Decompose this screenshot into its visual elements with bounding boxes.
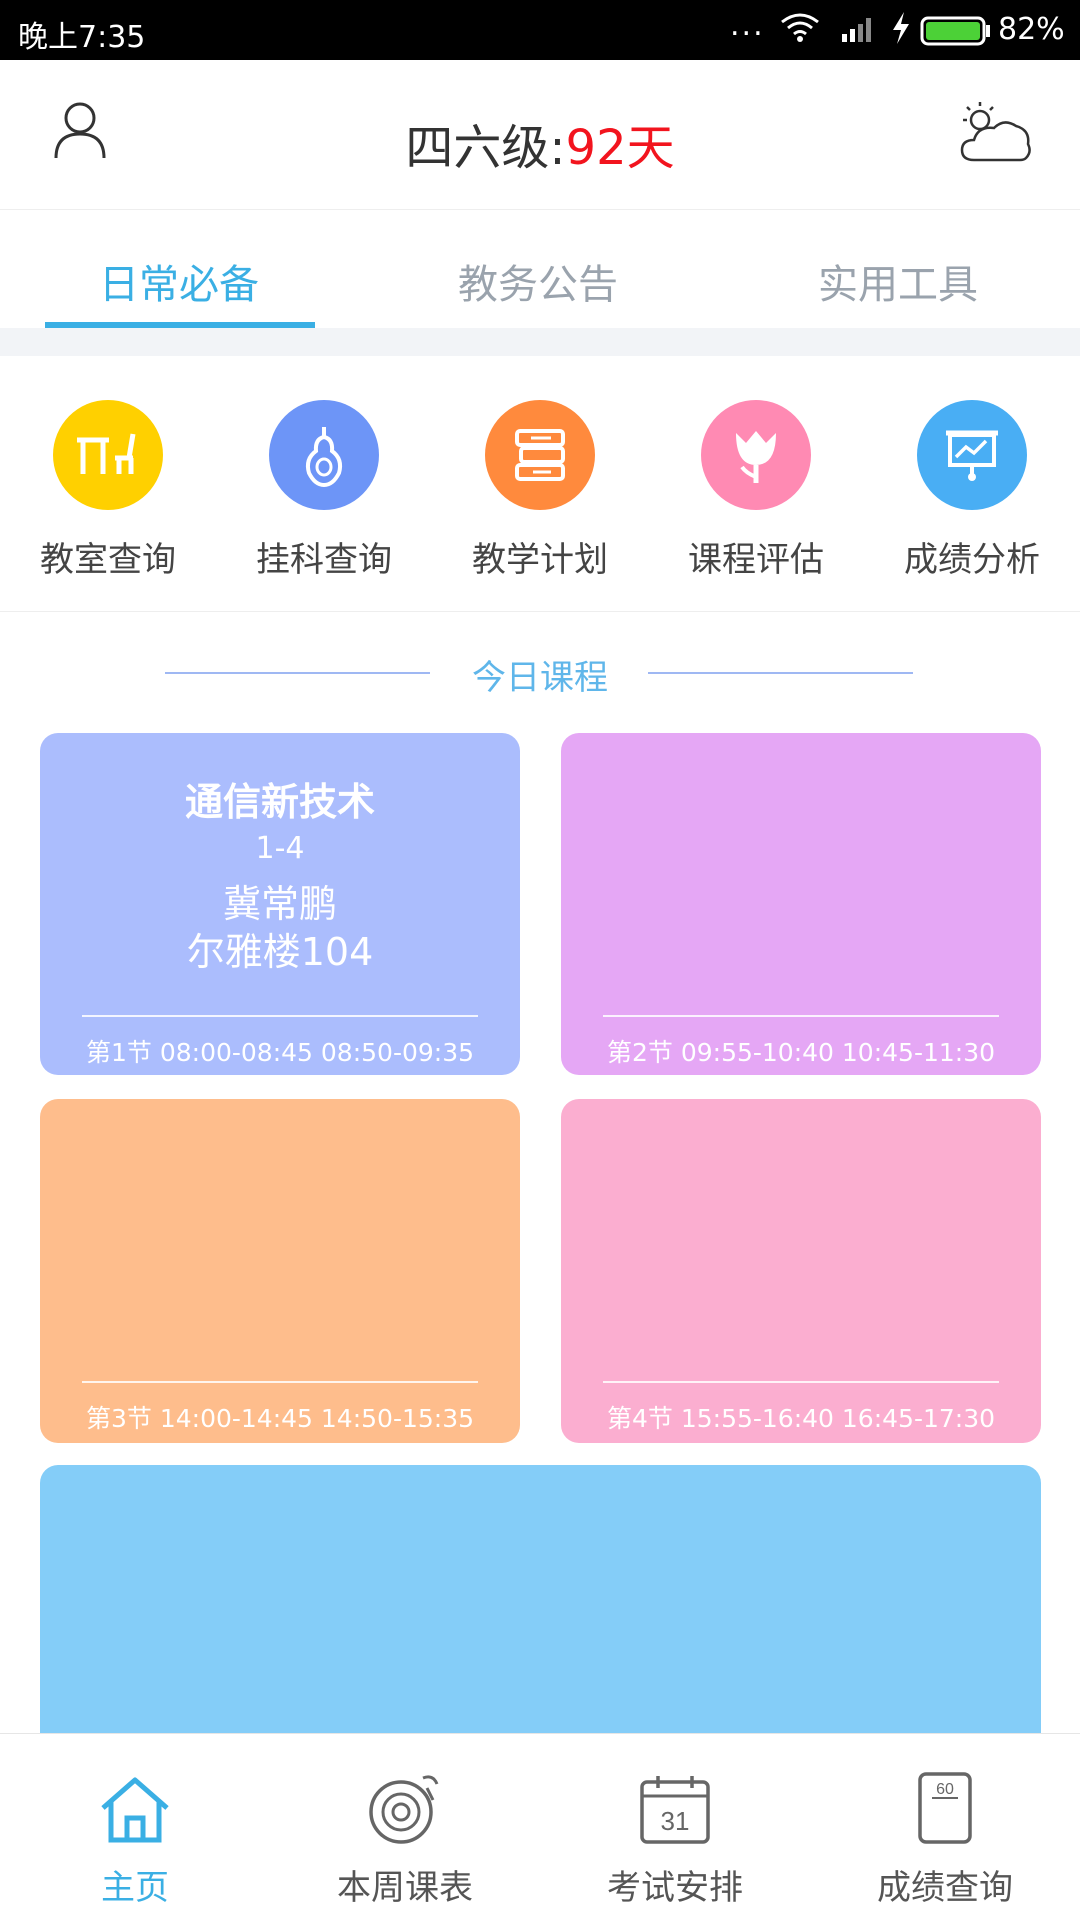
- quick-link-course-evaluation[interactable]: 课程评估: [656, 400, 856, 581]
- quick-link-score-analysis[interactable]: 成绩分析: [872, 400, 1072, 581]
- bottom-navigation: 主页 本周课表 31 考试安排 60 成绩查询: [0, 1733, 1080, 1920]
- status-dots: ...: [730, 8, 765, 43]
- course-period: 第2节 09:55-10:40 10:45-11:30: [606, 1038, 996, 1067]
- app-header: 四六级:92天: [0, 60, 1080, 210]
- quick-link-failed-courses[interactable]: 挂科查询: [224, 400, 424, 581]
- nav-score-query[interactable]: 60 成绩查询: [835, 1764, 1055, 1909]
- exam-countdown-label: 四六级:: [405, 120, 566, 176]
- today-courses-title: 今日课程: [472, 658, 608, 698]
- calendar-icon: 31: [565, 1764, 785, 1846]
- signal-icon: [840, 14, 878, 50]
- tab-daily-essentials[interactable]: 日常必备: [99, 252, 259, 310]
- nav-home[interactable]: 主页: [25, 1764, 245, 1909]
- status-bar: 晚上7:35 ... 82%: [0, 0, 1080, 60]
- quick-link-label: 教室查询: [40, 540, 176, 580]
- quick-links: 教室查询 挂科查询 教学计划 课程评估 成绩分析: [0, 356, 1080, 612]
- nav-exam-schedule[interactable]: 31 考试安排: [565, 1764, 785, 1909]
- nav-label: 主页: [101, 1868, 169, 1908]
- quick-link-label: 教学计划: [472, 540, 608, 580]
- section-line-right: [648, 672, 913, 674]
- course-period: 第3节 14:00-14:45 14:50-15:35: [85, 1404, 475, 1433]
- battery-percent: 82%: [998, 12, 1065, 47]
- exam-countdown-title: 四六级:92天: [0, 108, 1080, 178]
- tab-academic-notices[interactable]: 教务公告: [458, 252, 618, 310]
- quick-link-label: 成绩分析: [904, 540, 1040, 580]
- quick-link-label: 挂科查询: [256, 540, 392, 580]
- home-icon: [25, 1764, 245, 1846]
- charging-icon: [890, 10, 912, 54]
- course-name: 通信新技术: [184, 780, 375, 824]
- section-divider: [0, 328, 1080, 356]
- calendar-number: 31: [661, 1806, 690, 1836]
- course-card-2[interactable]: 第2节 09:55-10:40 10:45-11:30: [561, 733, 1041, 1075]
- quick-link-classroom[interactable]: 教室查询: [8, 400, 208, 581]
- record-player-icon: [295, 1764, 515, 1846]
- nav-label: 考试安排: [607, 1868, 743, 1908]
- course-room: 尔雅楼104: [186, 930, 374, 974]
- card-divider: [603, 1015, 999, 1017]
- status-time: 晚上7:35: [18, 20, 146, 55]
- tab-bar: 日常必备 教务公告 实用工具: [0, 210, 1080, 328]
- score-paper-icon: 60: [835, 1764, 1055, 1846]
- battery-icon: [920, 16, 992, 54]
- tab-practical-tools[interactable]: 实用工具: [818, 252, 978, 310]
- nav-label: 本周课表: [337, 1868, 473, 1908]
- paper-score: 60: [936, 1781, 954, 1798]
- course-period: 第1节 08:00-08:45 08:50-09:35: [85, 1038, 475, 1067]
- course-card-4[interactable]: 第4节 15:55-16:40 16:45-17:30: [561, 1099, 1041, 1443]
- exam-countdown-days: 92天: [565, 120, 675, 176]
- card-divider: [603, 1381, 999, 1383]
- course-card-1[interactable]: 通信新技术 1-4 冀常鹏 尔雅楼104 第1节 08:00-08:45 08:…: [40, 733, 520, 1075]
- card-divider: [82, 1381, 478, 1383]
- course-card-5[interactable]: [40, 1465, 1041, 1765]
- weather-icon[interactable]: [958, 100, 1034, 170]
- course-card-3[interactable]: 第3节 14:00-14:45 14:50-15:35: [40, 1099, 520, 1443]
- course-period: 第4节 15:55-16:40 16:45-17:30: [606, 1404, 996, 1433]
- wifi-icon: [780, 12, 820, 50]
- card-divider: [82, 1015, 478, 1017]
- books-icon: [485, 400, 595, 510]
- pear-icon: [269, 400, 379, 510]
- desk-chair-icon: [53, 400, 163, 510]
- nav-weekly-schedule[interactable]: 本周课表: [295, 1764, 515, 1909]
- quick-link-label: 课程评估: [688, 540, 824, 580]
- tulip-icon: [701, 400, 811, 510]
- course-teacher: 冀常鹏: [222, 882, 337, 926]
- course-weeks: 1-4: [255, 831, 305, 866]
- app-root: 晚上7:35 ... 82% 四六级:92天 日常必备 教务公告 实用工具 教室…: [0, 0, 1080, 1920]
- quick-link-teaching-plan[interactable]: 教学计划: [440, 400, 640, 581]
- presentation-icon: [917, 400, 1027, 510]
- nav-label: 成绩查询: [877, 1868, 1013, 1908]
